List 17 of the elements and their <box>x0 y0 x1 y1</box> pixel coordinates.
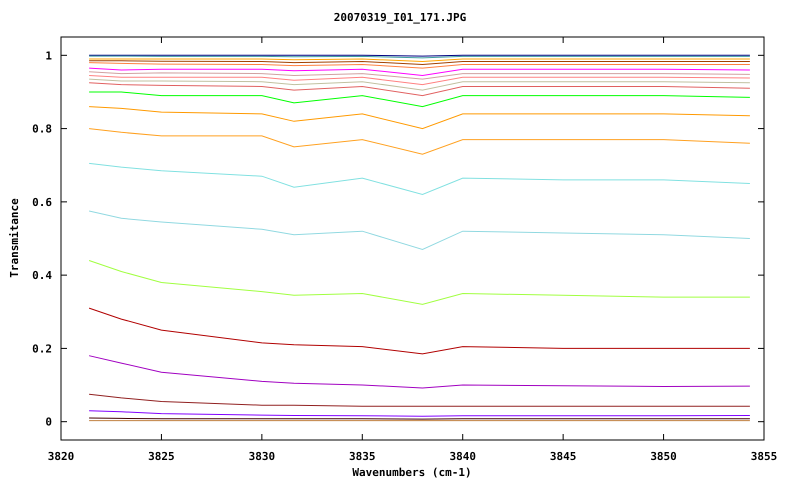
x-axis-label: Wavenumbers (cm-1) <box>352 466 472 479</box>
tick-label: 0.6 <box>32 196 52 209</box>
tick-label: 3835 <box>349 450 376 463</box>
tick-label: 0 <box>45 416 52 429</box>
tick-label: 0.4 <box>32 269 52 282</box>
tick-label: 0.8 <box>32 122 52 136</box>
chart-title: 20070319_I01_171.JPG <box>334 11 466 24</box>
tick-label: 3840 <box>449 450 476 463</box>
tick-label: 3855 <box>750 450 778 463</box>
tick-label: 3850 <box>650 450 677 463</box>
tick-label: 0.2 <box>32 342 52 356</box>
y-axis-label: Transmitance <box>8 198 21 278</box>
tick-label: 3820 <box>48 450 74 463</box>
tick-label: 1 <box>45 49 52 62</box>
tick-label: 3830 <box>248 450 276 463</box>
tick-label: 3845 <box>550 450 576 463</box>
tick-label: 3825 <box>148 450 175 463</box>
